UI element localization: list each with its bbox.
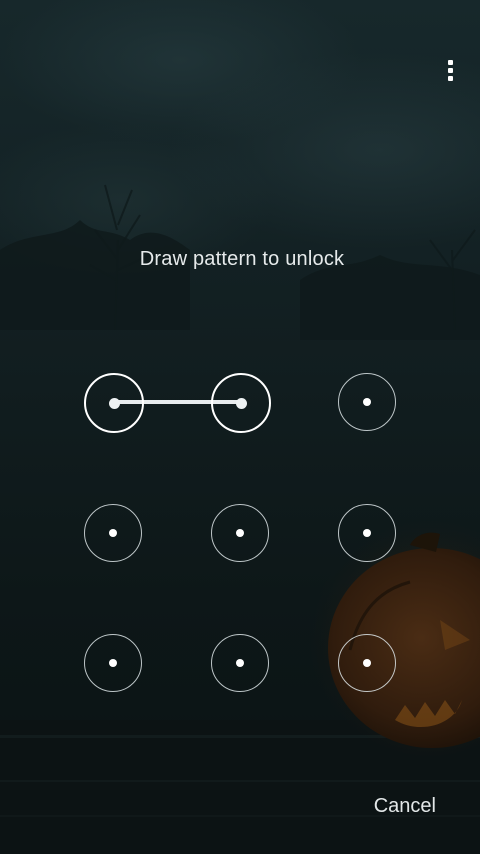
pattern-node-1[interactable]: [84, 373, 144, 433]
pattern-node-6[interactable]: [338, 504, 396, 562]
pattern-node-dot: [236, 529, 244, 537]
pattern-node-dot: [109, 529, 117, 537]
pattern-node-dot: [363, 529, 371, 537]
pattern-node-3[interactable]: [338, 373, 396, 431]
pattern-node-2[interactable]: [211, 373, 271, 433]
pattern-node-dot: [363, 659, 371, 667]
pattern-node-4[interactable]: [84, 504, 142, 562]
pattern-node-9[interactable]: [338, 634, 396, 692]
pattern-node-dot: [108, 397, 120, 409]
pattern-node-dot: [363, 398, 371, 406]
pattern-node-dot: [236, 659, 244, 667]
pattern-node-7[interactable]: [84, 634, 142, 692]
lock-screen: Draw pattern to unlock Cancel: [0, 0, 480, 854]
pattern-lock-pad[interactable]: [0, 0, 480, 854]
pattern-node-8[interactable]: [211, 634, 269, 692]
pattern-node-dot: [235, 397, 247, 409]
cancel-button[interactable]: Cancel: [374, 795, 436, 818]
pattern-node-5[interactable]: [211, 504, 269, 562]
pattern-node-dot: [109, 659, 117, 667]
